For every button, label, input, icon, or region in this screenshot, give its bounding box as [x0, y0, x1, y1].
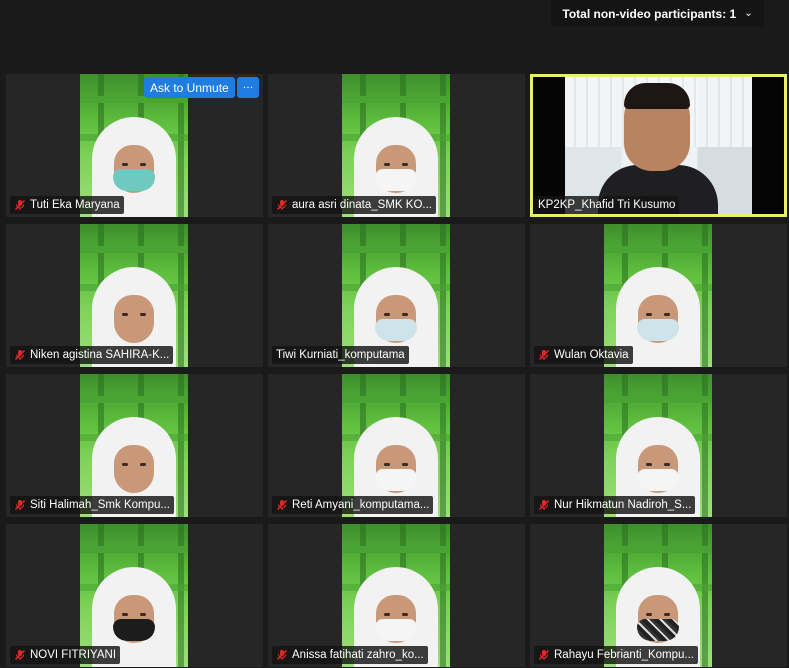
muted-mic-icon — [538, 499, 550, 511]
participant-tile[interactable]: Tiwi Kurniati_komputama — [268, 224, 525, 367]
non-video-participants-label: Total non-video participants: 1 — [562, 6, 737, 21]
participant-tile[interactable]: Anissa fatihati zahro_ko... — [268, 524, 525, 667]
host-video — [564, 77, 755, 214]
participant-name: Anissa fatihati zahro_ko... — [292, 649, 424, 661]
participant-name-label: Tiwi Kurniati_komputama — [272, 346, 409, 364]
participant-tile[interactable]: Niken agistina SAHIRA-K... — [6, 224, 263, 367]
participant-name-label: Nur Hikmatun Nadiroh_S... — [534, 496, 696, 514]
participant-tile[interactable]: Siti Halimah_Smk Kompu... — [6, 374, 263, 517]
participant-name: Reti Amyani_komputama... — [292, 499, 430, 511]
participant-name-label: Wulan Oktavia — [534, 346, 633, 364]
participant-name-label: Siti Halimah_Smk Kompu... — [10, 496, 174, 514]
participant-name-label: Tuti Eka Maryana — [10, 196, 124, 214]
participant-name: Tiwi Kurniati_komputama — [276, 349, 405, 361]
participant-name: Tuti Eka Maryana — [30, 199, 120, 211]
participant-tile[interactable]: NOVI FITRIYANI — [6, 524, 263, 667]
muted-mic-icon — [14, 199, 26, 211]
muted-mic-icon — [276, 199, 288, 211]
muted-mic-icon — [14, 649, 26, 661]
participant-name-label: Reti Amyani_komputama... — [272, 496, 434, 514]
participant-tile[interactable]: KP2KP_Khafid Tri Kusumo — [530, 74, 787, 217]
muted-mic-icon — [538, 349, 550, 361]
participant-name: Nur Hikmatun Nadiroh_S... — [554, 499, 692, 511]
participant-name: NOVI FITRIYANI — [30, 649, 117, 661]
muted-mic-icon — [276, 499, 288, 511]
participant-name: Wulan Oktavia — [554, 349, 629, 361]
participant-name-label: KP2KP_Khafid Tri Kusumo — [534, 196, 680, 214]
participant-tile[interactable]: aura asri dinata_SMK KO... — [268, 74, 525, 217]
muted-mic-icon — [14, 499, 26, 511]
participant-name: KP2KP_Khafid Tri Kusumo — [538, 199, 676, 211]
participant-name: aura asri dinata_SMK KO... — [292, 199, 432, 211]
chevron-down-icon: ⌄ — [744, 8, 753, 19]
participant-name: Rahayu Febrianti_Kompu... — [554, 649, 694, 661]
participant-name-label: aura asri dinata_SMK KO... — [272, 196, 436, 214]
participant-name: Siti Halimah_Smk Kompu... — [30, 499, 170, 511]
participant-tile[interactable]: Nur Hikmatun Nadiroh_S... — [530, 374, 787, 517]
participant-tile[interactable]: Rahayu Febrianti_Kompu... — [530, 524, 787, 667]
muted-mic-icon — [14, 349, 26, 361]
ask-to-unmute-button[interactable]: Ask to Unmute — [144, 77, 235, 98]
participant-name-label: Anissa fatihati zahro_ko... — [272, 646, 428, 664]
muted-mic-icon — [538, 649, 550, 661]
non-video-participants-dropdown[interactable]: Total non-video participants: 1 ⌄ — [551, 0, 764, 27]
muted-mic-icon — [276, 649, 288, 661]
participant-name-label: Niken agistina SAHIRA-K... — [10, 346, 174, 364]
participant-tile[interactable]: Wulan Oktavia — [530, 224, 787, 367]
participant-name-label: Rahayu Febrianti_Kompu... — [534, 646, 698, 664]
more-options-button[interactable]: ··· — [237, 77, 259, 98]
participant-tile[interactable]: Reti Amyani_komputama... — [268, 374, 525, 517]
participant-name-label: NOVI FITRIYANI — [10, 646, 121, 664]
participant-name: Niken agistina SAHIRA-K... — [30, 349, 170, 361]
